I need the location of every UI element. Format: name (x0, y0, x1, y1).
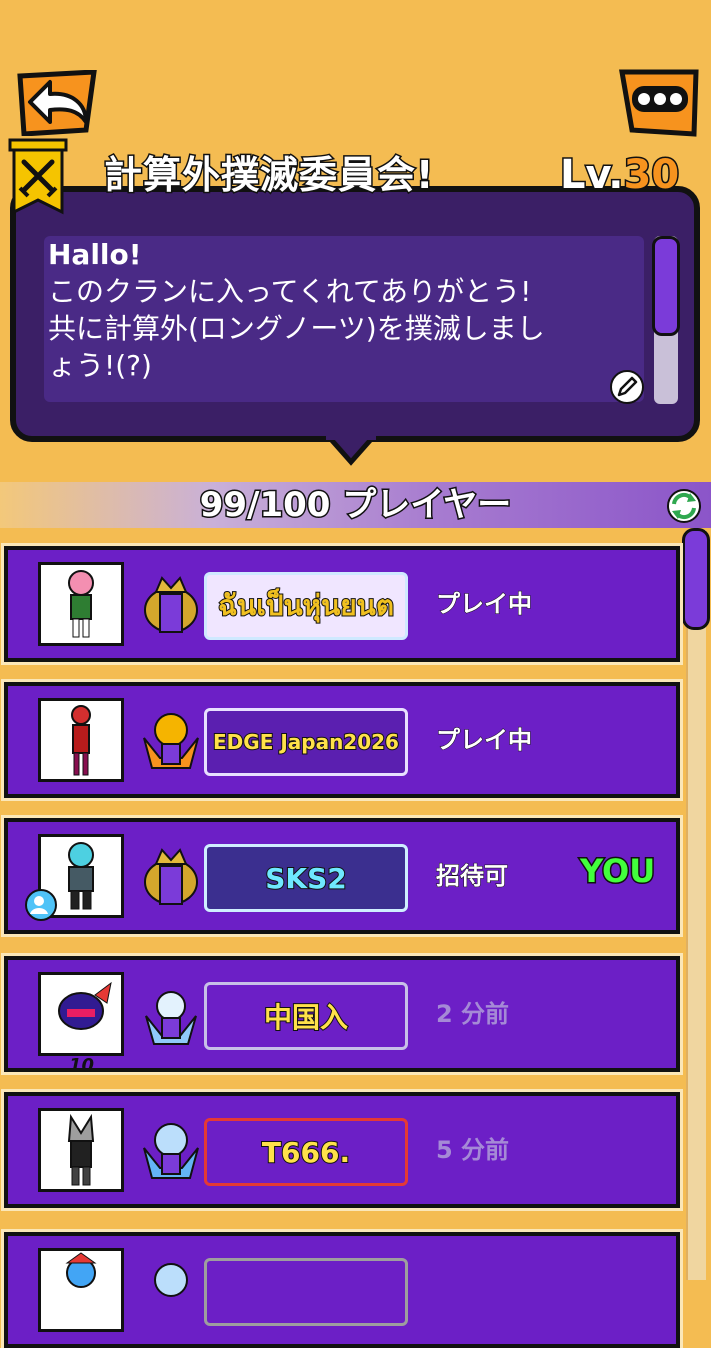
member-row[interactable]: EDGE Japan2026 プレイ中 (1, 679, 683, 801)
rank-emblem (140, 1118, 202, 1184)
orb-rank-icon (143, 713, 199, 769)
member-status: 2 分前 (436, 1000, 510, 1028)
rank-emblem (140, 1258, 202, 1324)
description-line-3: 共に計算外(ロングノーツ)を撲滅しまし (48, 312, 545, 345)
member-list-scrollbar-thumb[interactable] (682, 528, 710, 630)
more-dots-icon (619, 69, 699, 137)
member-name-plate: SKS2 (204, 844, 408, 912)
member-status: 5 分前 (436, 1136, 510, 1164)
more-menu-button[interactable] (616, 68, 700, 138)
member-avatar (38, 1248, 124, 1332)
globe-rank-icon (143, 1123, 199, 1179)
member-list-scrollbar-track[interactable] (686, 530, 706, 1280)
speech-bubble-tail (326, 436, 376, 466)
character-avatar-icon (67, 1113, 95, 1186)
member-row[interactable]: 10 中国入 2 分前 (1, 953, 683, 1076)
member-avatar: 10 (38, 972, 124, 1076)
member-row-self[interactable]: SKS2 招待可 YOU (1, 815, 683, 937)
member-row[interactable] (1, 1229, 683, 1348)
back-arrow-icon (17, 69, 97, 137)
member-name: EDGE Japan2026 (212, 729, 400, 755)
rank-emblem (140, 982, 202, 1048)
member-name-plate: EDGE Japan2026 (204, 708, 408, 776)
character-avatar-icon (65, 1252, 97, 1288)
character-avatar-icon (71, 705, 91, 776)
crown-rank-icon (144, 848, 198, 905)
description-line-2: このクランに入ってくれてありがとう! (48, 275, 532, 308)
refresh-icon (667, 489, 701, 523)
member-name-plate: 中国入 (204, 982, 408, 1050)
member-name-plate (204, 1258, 408, 1326)
member-name-plate: T666. (204, 1118, 408, 1186)
friend-icon (25, 889, 57, 921)
rank-emblem (140, 708, 202, 774)
you-badge: YOU (578, 851, 656, 892)
description-scrollbar-thumb[interactable] (652, 236, 680, 336)
players-count: 99/100 プレイヤー (198, 484, 513, 527)
crown-rank-icon (144, 576, 198, 633)
clan-name: 計算外撲滅委員会! (102, 152, 435, 199)
character-avatar-icon (68, 570, 94, 638)
pencil-icon (610, 370, 644, 404)
refresh-button[interactable] (666, 488, 702, 524)
rank-emblem (140, 844, 202, 910)
clan-emblem-banner (8, 138, 68, 218)
character-avatar-icon (58, 981, 112, 1030)
rank-emblem (140, 572, 202, 638)
member-name-plate: ฉันเป็นหุ่นยนต (204, 572, 408, 640)
back-button[interactable] (16, 69, 98, 137)
member-status: プレイ中 (436, 590, 533, 619)
member-avatar (38, 1108, 124, 1192)
clan-level-value: 30 (622, 151, 681, 200)
globe-rank-icon (154, 1263, 188, 1297)
member-status: 招待可 (436, 862, 509, 891)
member-avatar (38, 562, 124, 646)
member-status: プレイ中 (436, 726, 533, 755)
clan-level: Lv.30 (559, 146, 681, 204)
member-row[interactable]: ฉันเป็นหุ่นยนต プレイ中 (1, 543, 683, 665)
member-name: ฉันเป็นหุ่นยนต (217, 588, 395, 623)
crossed-swords-icon (8, 138, 68, 215)
dome-rank-icon (145, 991, 197, 1045)
member-row[interactable]: T666. 5 分前 (1, 1089, 683, 1211)
member-name: SKS2 (264, 861, 348, 896)
description-line-4: ょう!(?) (48, 349, 152, 382)
edit-description-button[interactable] (610, 370, 644, 404)
member-name: 中国入 (263, 1000, 349, 1035)
description-line-1: Hallo! (48, 238, 142, 271)
clan-description-text: Hallo! このクランに入ってくれてありがとう! 共に計算外(ロングノーツ)を… (48, 236, 644, 384)
member-status (436, 1270, 566, 1310)
member-avatar (38, 698, 124, 782)
member-name: T666. (261, 1135, 351, 1170)
clan-level-prefix: Lv. (559, 151, 625, 200)
member-level-badge: 10 (69, 1055, 95, 1076)
